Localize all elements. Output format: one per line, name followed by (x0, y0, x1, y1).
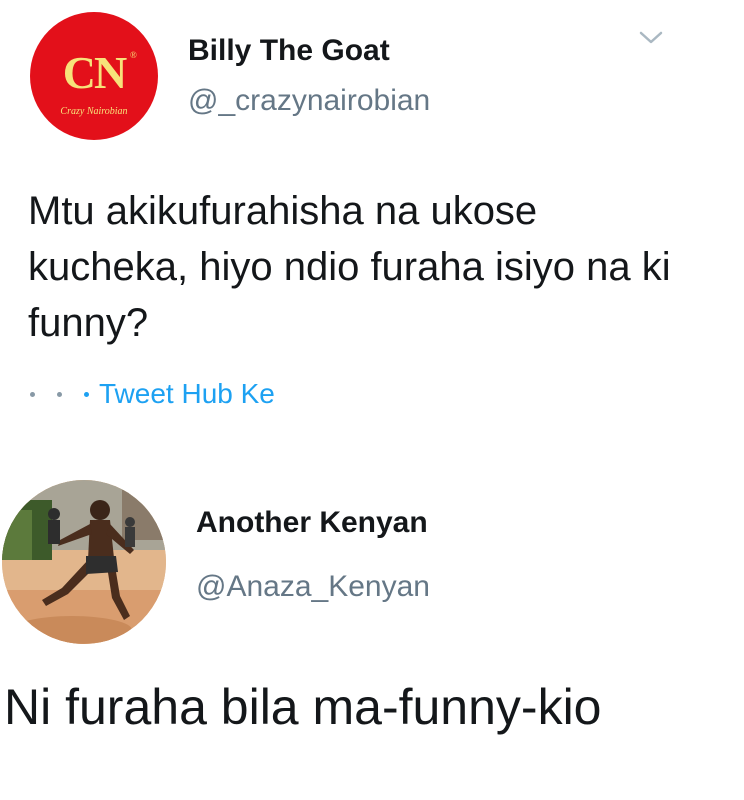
registered-icon: ® (130, 50, 137, 60)
reply-author-display-name[interactable]: Another Kenyan (196, 506, 428, 540)
separator-dot (30, 391, 35, 397)
logo-script: Crazy Nairobian (60, 106, 128, 117)
separator-dot (84, 391, 89, 397)
running-man-photo (2, 480, 166, 644)
tweet-text: Mtu akikufurahisha na ukose kucheka, hiy… (28, 189, 671, 345)
reply-card: Another Kenyan @Anaza_Kenyan Ni furaha b… (0, 460, 744, 800)
separator-dot (57, 391, 62, 397)
chevron-down-icon[interactable] (636, 28, 666, 48)
reply-author-handle[interactable]: @Anaza_Kenyan (196, 570, 430, 604)
reply-text: Ni furaha bila ma-funny-kio (4, 679, 602, 735)
logo-mark: CN (62, 47, 127, 98)
author-display-name[interactable]: Billy The Goat (188, 34, 390, 68)
author-handle[interactable]: @_crazynairobian (188, 84, 430, 118)
tweet-source-link[interactable]: Tweet Hub Ke (99, 378, 275, 410)
tweet-meta: Tweet Hub Ke (30, 376, 275, 412)
tweet-card: CN ® Crazy Nairobian Billy The Goat @_cr… (0, 0, 744, 460)
avatar[interactable] (2, 480, 166, 644)
avatar[interactable]: CN ® Crazy Nairobian (30, 12, 158, 140)
